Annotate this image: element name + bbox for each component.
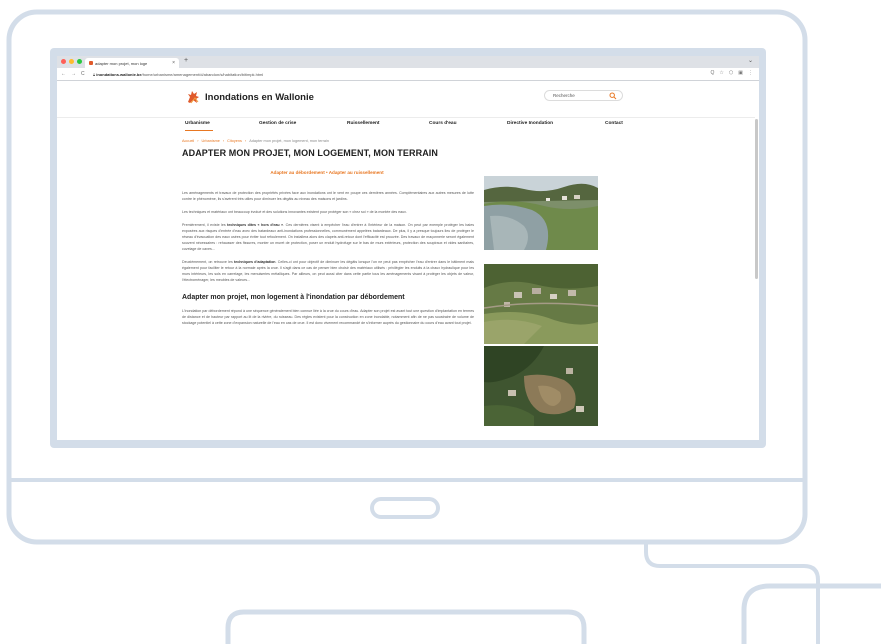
paragraph-text: Deuxièmement, on retrouve les [182, 260, 235, 264]
paragraph-intro: Les aménagements et travaux de protectio… [182, 191, 474, 201]
mouse-outline [741, 583, 881, 644]
minimize-window-button[interactable] [69, 59, 74, 64]
computer-illustration: adapter mon projet, mon loge × + ⌄ ← → C… [0, 0, 881, 644]
back-button[interactable]: ← [61, 71, 66, 77]
wallonia-rooster-icon [188, 91, 199, 104]
tab-bar: adapter mon projet, mon loge × + ⌄ [57, 56, 759, 68]
search-box[interactable]: Recherche [544, 90, 623, 101]
paragraph-debordement: L'inondation par débordement répond à un… [182, 309, 474, 325]
site-title: Inondations en Wallonie [205, 91, 314, 103]
breadcrumb-urbanisme[interactable]: Urbanisme [202, 139, 220, 143]
extension-puzzle-icon[interactable]: ⬡ [729, 70, 733, 76]
page-title: ADAPTER MON PROJET, MON LOGEMENT, MON TE… [182, 148, 439, 158]
forward-button[interactable]: → [71, 71, 76, 77]
flood-photo-aerial-houses [484, 346, 598, 426]
paragraph-hors-deau: Premièrement, il existe les techniques d… [182, 222, 474, 252]
menu-item-urbanisme[interactable]: Urbanisme [185, 121, 210, 126]
menu-item-cours-deau[interactable]: Cours d'eau [429, 121, 457, 126]
url-domain: inondations.wallonie.be [96, 72, 142, 77]
menu-item-ruissellement[interactable]: Ruissellement [347, 121, 380, 126]
browser-tab[interactable]: adapter mon projet, mon loge × [85, 58, 179, 68]
anchor-link-ruissellement[interactable]: Adapter au ruissellement [329, 170, 384, 175]
close-window-button[interactable] [61, 59, 66, 64]
page-scrollbar[interactable] [755, 119, 758, 279]
menu-item-gestion-de-crise[interactable]: Gestion de crise [259, 121, 296, 126]
favicon-icon [89, 61, 93, 65]
anchor-links: Adapter au débordement • Adapter au ruis… [182, 170, 472, 175]
navigation-buttons: ← → C [61, 71, 85, 77]
anchor-link-debordement[interactable]: Adapter au débordement [270, 170, 324, 175]
url-path: /home/urbanisme/amenagement/d/abandon/s/… [141, 72, 264, 77]
search-icon[interactable] [609, 92, 617, 100]
menu-item-directive-inondation[interactable]: Directive Inondation [507, 121, 553, 126]
paragraph-text: Premièrement, il existe les [182, 223, 228, 227]
tab-search-chevron-icon[interactable]: ⌄ [748, 57, 753, 64]
menu-active-indicator [185, 130, 213, 131]
search-input[interactable]: Recherche [553, 93, 575, 98]
breadcrumb: Accueil › Urbanisme › Citoyens › Adapter mon p… [182, 139, 329, 143]
toolbar-extensions: Q ☆ ⬡ ▣ ⋮ [711, 70, 753, 76]
bold-term: techniques d'adaptation [234, 260, 276, 264]
sidebar-icon[interactable]: ▣ [738, 70, 743, 76]
monitor-stand [225, 609, 587, 644]
keyboard-outline [644, 542, 820, 644]
paragraph-adaptation: Deuxièmement, on retrouve les techniques… [182, 259, 474, 283]
browser-chrome: adapter mon projet, mon loge × + ⌄ ← → C… [57, 56, 759, 81]
address-bar-row: ← → C 🔒︎ inondations.wallonie.be/home/ur… [57, 68, 759, 81]
flood-photo-meadow [484, 176, 598, 250]
monitor-power-slot [370, 497, 440, 519]
tab-close-icon[interactable]: × [172, 60, 175, 66]
site-logo[interactable]: Inondations en Wallonie [185, 89, 314, 105]
web-page: Inondations en Wallonie Recherche Urbani… [57, 81, 759, 440]
paragraph-text: . Ces dernières visent à empêcher l'eau … [182, 223, 474, 251]
breadcrumb-current: Adapter mon projet, mon logement, mon te… [249, 139, 329, 143]
browser-menu-icon[interactable]: ⋮ [748, 70, 753, 76]
window-controls [61, 59, 82, 64]
paragraph-techniques: Les techniques et matériaux ont beaucoup… [182, 210, 407, 214]
article-body: Les aménagements et travaux de protectio… [182, 190, 474, 333]
url-field[interactable]: 🔒︎ inondations.wallonie.be/home/urbanism… [93, 70, 693, 79]
section-heading: Adapter mon projet, mon logement à l'ino… [182, 294, 405, 301]
maximize-window-button[interactable] [77, 59, 82, 64]
main-menu: Urbanisme Gestion de crise Ruissellement… [185, 121, 625, 133]
menu-item-contact[interactable]: Contact [605, 121, 623, 126]
bold-term: techniques dites « hors d'eau » [227, 223, 284, 227]
tab-title: adapter mon projet, mon loge [95, 61, 148, 66]
bookmark-star-icon[interactable]: ☆ [719, 70, 723, 76]
browser-window: adapter mon projet, mon loge × + ⌄ ← → C… [57, 56, 759, 440]
breadcrumb-citoyens[interactable]: Citoyens [227, 139, 242, 143]
zoom-icon[interactable]: Q [711, 70, 715, 76]
breadcrumb-home[interactable]: Accueil [182, 139, 194, 143]
site-header: Inondations en Wallonie Recherche [57, 81, 755, 118]
reload-button[interactable]: C [81, 71, 85, 77]
new-tab-button[interactable]: + [184, 57, 188, 64]
flood-photo-aerial-village [484, 264, 598, 344]
